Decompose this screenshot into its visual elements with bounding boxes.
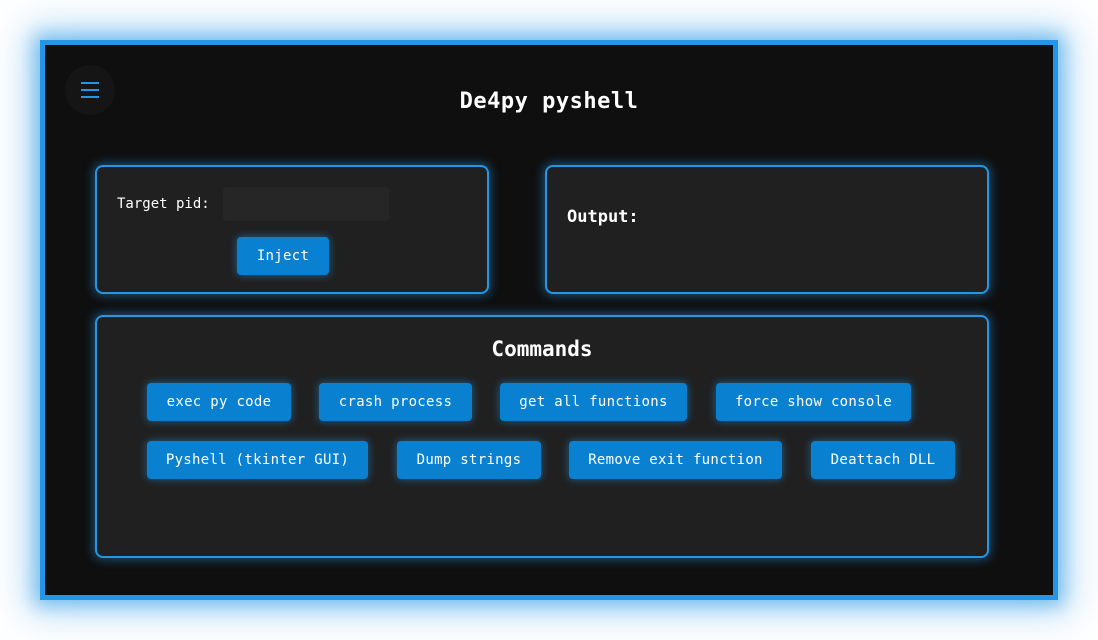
dump-strings-button[interactable]: Dump strings xyxy=(397,441,541,479)
pyshell-tkinter-gui-button[interactable]: Pyshell (tkinter GUI) xyxy=(147,441,368,479)
target-pid-input[interactable] xyxy=(223,187,389,221)
commands-title: Commands xyxy=(491,337,593,361)
output-label: Output: xyxy=(567,207,639,227)
force-show-console-button[interactable]: force show console xyxy=(716,383,911,421)
remove-exit-function-button[interactable]: Remove exit function xyxy=(569,441,782,479)
commands-panel: Commands exec py code crash process get … xyxy=(95,315,989,558)
app-title: De4py pyshell xyxy=(459,89,639,114)
target-pid-label: Target pid: xyxy=(117,196,210,212)
crash-process-button[interactable]: crash process xyxy=(319,383,472,421)
get-all-functions-button[interactable]: get all functions xyxy=(500,383,687,421)
deattach-dll-button[interactable]: Deattach DLL xyxy=(811,441,955,479)
inject-button[interactable]: Inject xyxy=(237,237,329,275)
exec-py-code-button[interactable]: exec py code xyxy=(147,383,291,421)
app-window: De4py pyshell Target pid: Inject Output:… xyxy=(40,40,1058,600)
inject-panel: Target pid: Inject xyxy=(95,165,489,294)
output-panel: Output: xyxy=(545,165,989,294)
